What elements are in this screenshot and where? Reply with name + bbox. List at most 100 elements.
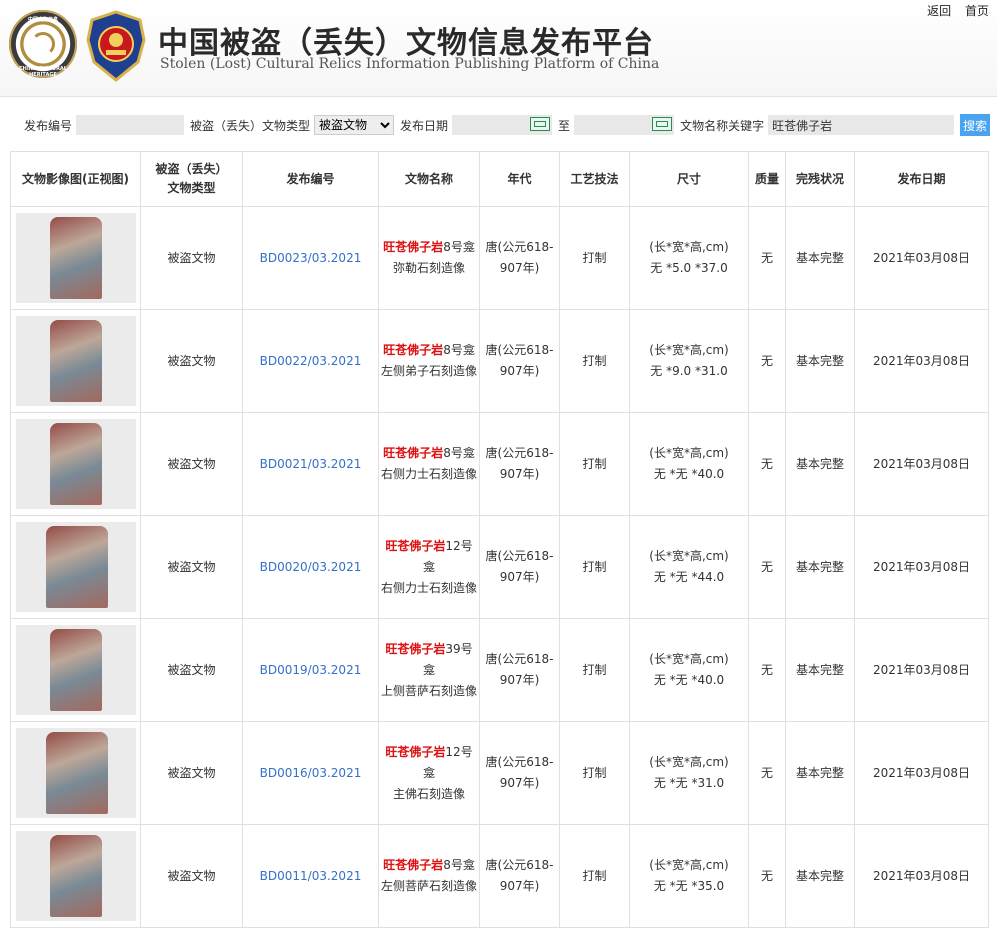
col-header-craft: 工艺技法 <box>559 151 630 207</box>
date-to-field <box>574 115 675 135</box>
relic-thumbnail[interactable] <box>15 522 136 612</box>
relic-date: 2021年03月08日 <box>854 824 989 928</box>
relic-image-cell <box>10 412 141 516</box>
relic-thumbnail[interactable] <box>15 213 136 303</box>
relic-type: 被盗文物 <box>140 824 243 928</box>
relic-craft: 打制 <box>559 412 630 516</box>
relic-craft: 打制 <box>559 206 630 310</box>
relic-quality: 无 <box>748 412 786 516</box>
relic-image-cell <box>10 721 141 825</box>
relic-code-link[interactable]: BD0016/03.2021 <box>260 766 362 780</box>
relic-date: 2021年03月08日 <box>854 412 989 516</box>
relic-code-cell: BD0021/03.2021 <box>242 412 379 516</box>
relic-image-cell <box>10 309 141 413</box>
relic-name: 旺苍佛子岩8号龛 左侧弟子石刻造像 <box>378 309 480 413</box>
top-links: 返回 首页 <box>917 2 989 19</box>
relic-name: 旺苍佛子岩8号龛 左侧菩萨石刻造像 <box>378 824 480 928</box>
col-header-condition: 完残状况 <box>785 151 855 207</box>
relic-era: 唐(公元618- 907年) <box>479 515 560 619</box>
relic-type: 被盗文物 <box>140 412 243 516</box>
search-button[interactable]: 搜索 <box>960 114 991 136</box>
relic-code-cell: BD0019/03.2021 <box>242 618 379 722</box>
col-header-size: 尺寸 <box>629 151 749 207</box>
calendar-icon[interactable] <box>652 117 673 131</box>
name-detail: 主佛石刻造像 <box>392 786 465 801</box>
relic-name: 旺苍佛子岩12号龛 右侧力士石刻造像 <box>378 515 480 619</box>
col-header-type: 被盗（丢失） 文物类型 <box>140 151 243 207</box>
relic-condition: 基本完整 <box>785 309 855 413</box>
relic-code-link[interactable]: BD0021/03.2021 <box>260 457 362 471</box>
relic-craft: 打制 <box>559 309 630 413</box>
relic-date: 2021年03月08日 <box>854 206 989 310</box>
relic-quality: 无 <box>748 618 786 722</box>
relic-thumbnail[interactable] <box>15 419 136 509</box>
home-link[interactable]: 首页 <box>965 4 989 18</box>
table-row: 被盗文物 BD0011/03.2021 旺苍佛子岩8号龛 左侧菩萨石刻造像 唐(公… <box>10 824 989 928</box>
relic-date: 2021年03月08日 <box>854 721 989 825</box>
relic-condition: 基本完整 <box>785 721 855 825</box>
keyword-input[interactable] <box>768 115 955 135</box>
name-keyword: 旺苍佛子岩 <box>385 744 446 759</box>
relic-size: (长*宽*高,cm) 无 *5.0 *37.0 <box>629 206 749 310</box>
relic-code-link[interactable]: BD0022/03.2021 <box>260 354 362 368</box>
col-header-name: 文物名称 <box>378 151 480 207</box>
relic-type: 被盗文物 <box>140 206 243 310</box>
relic-name: 旺苍佛子岩8号龛 弥勒石刻造像 <box>378 206 480 310</box>
relic-code-cell: BD0022/03.2021 <box>242 309 379 413</box>
relic-code-link[interactable]: BD0011/03.2021 <box>260 869 362 883</box>
col-header-type-line1: 被盗（丢失） <box>155 162 228 176</box>
table-header-row: 文物影像图(正视图) 被盗（丢失） 文物类型 发布编号 文物名称 年代 工艺技法 … <box>10 151 989 207</box>
keyword-label: 文物名称关键字 <box>680 118 765 133</box>
back-link[interactable]: 返回 <box>927 4 951 18</box>
name-niche: 8号龛 <box>443 343 475 357</box>
results-table: 文物影像图(正视图) 被盗（丢失） 文物类型 发布编号 文物名称 年代 工艺技法 … <box>10 151 989 928</box>
calendar-icon[interactable] <box>530 117 551 131</box>
relic-craft: 打制 <box>559 515 630 619</box>
relic-condition: 基本完整 <box>785 206 855 310</box>
type-select[interactable]: 被盗文物 <box>314 115 395 135</box>
relic-thumbnail[interactable] <box>15 625 136 715</box>
site-header: 中国文物信息 CHINA CULTURAL HERITAGE 中国被盗（丢失）文… <box>0 0 997 97</box>
relic-code-link[interactable]: BD0019/03.2021 <box>260 663 362 677</box>
relic-thumbnail[interactable] <box>15 316 136 406</box>
relic-craft: 打制 <box>559 824 630 928</box>
relic-image-cell <box>10 515 141 619</box>
relic-thumbnail[interactable] <box>15 728 136 818</box>
table-row: 被盗文物 BD0019/03.2021 旺苍佛子岩39号龛 上侧菩萨石刻造像 唐(… <box>10 618 989 722</box>
search-bar: 发布编号 被盗（丢失）文物类型 被盗文物 发布日期 至 文物名称关键字 搜索 <box>0 112 997 138</box>
relic-code-cell: BD0020/03.2021 <box>242 515 379 619</box>
relic-code-link[interactable]: BD0023/03.2021 <box>260 251 362 265</box>
relic-condition: 基本完整 <box>785 824 855 928</box>
name-detail: 右侧力士石刻造像 <box>381 580 478 595</box>
name-detail: 左侧菩萨石刻造像 <box>381 879 478 893</box>
name-detail: 右侧力士石刻造像 <box>381 467 478 481</box>
col-header-type-line2: 文物类型 <box>167 181 216 195</box>
name-keyword: 旺苍佛子岩 <box>383 240 444 254</box>
relic-size: (长*宽*高,cm) 无 *无 *31.0 <box>629 721 749 825</box>
relic-type: 被盗文物 <box>140 515 243 619</box>
relic-date: 2021年03月08日 <box>854 309 989 413</box>
col-header-date: 发布日期 <box>854 151 989 207</box>
relic-quality: 无 <box>748 515 786 619</box>
relic-name: 旺苍佛子岩39号龛 上侧菩萨石刻造像 <box>378 618 480 722</box>
relic-code-link[interactable]: BD0020/03.2021 <box>260 560 362 574</box>
relic-quality: 无 <box>748 721 786 825</box>
relic-craft: 打制 <box>559 721 630 825</box>
relic-quality: 无 <box>748 309 786 413</box>
relic-era: 唐(公元618- 907年) <box>479 309 560 413</box>
relic-code-cell: BD0023/03.2021 <box>242 206 379 310</box>
relic-thumbnail[interactable] <box>15 831 136 921</box>
cultural-heritage-emblem-icon: 中国文物信息 CHINA CULTURAL HERITAGE <box>9 10 77 78</box>
code-input[interactable] <box>76 115 185 135</box>
emblem-top-text: 中国文物信息 <box>27 17 58 23</box>
name-keyword: 旺苍佛子岩 <box>385 641 446 656</box>
relic-condition: 基本完整 <box>785 515 855 619</box>
relic-size: (长*宽*高,cm) 无 *无 *44.0 <box>629 515 749 619</box>
relic-craft: 打制 <box>559 618 630 722</box>
relic-type: 被盗文物 <box>140 721 243 825</box>
name-keyword: 旺苍佛子岩 <box>385 538 446 553</box>
relic-image-cell <box>10 618 141 722</box>
relic-code-cell: BD0011/03.2021 <box>242 824 379 928</box>
table-row: 被盗文物 BD0023/03.2021 旺苍佛子岩8号龛 弥勒石刻造像 唐(公元6… <box>10 206 989 310</box>
name-detail: 左侧弟子石刻造像 <box>381 364 478 378</box>
